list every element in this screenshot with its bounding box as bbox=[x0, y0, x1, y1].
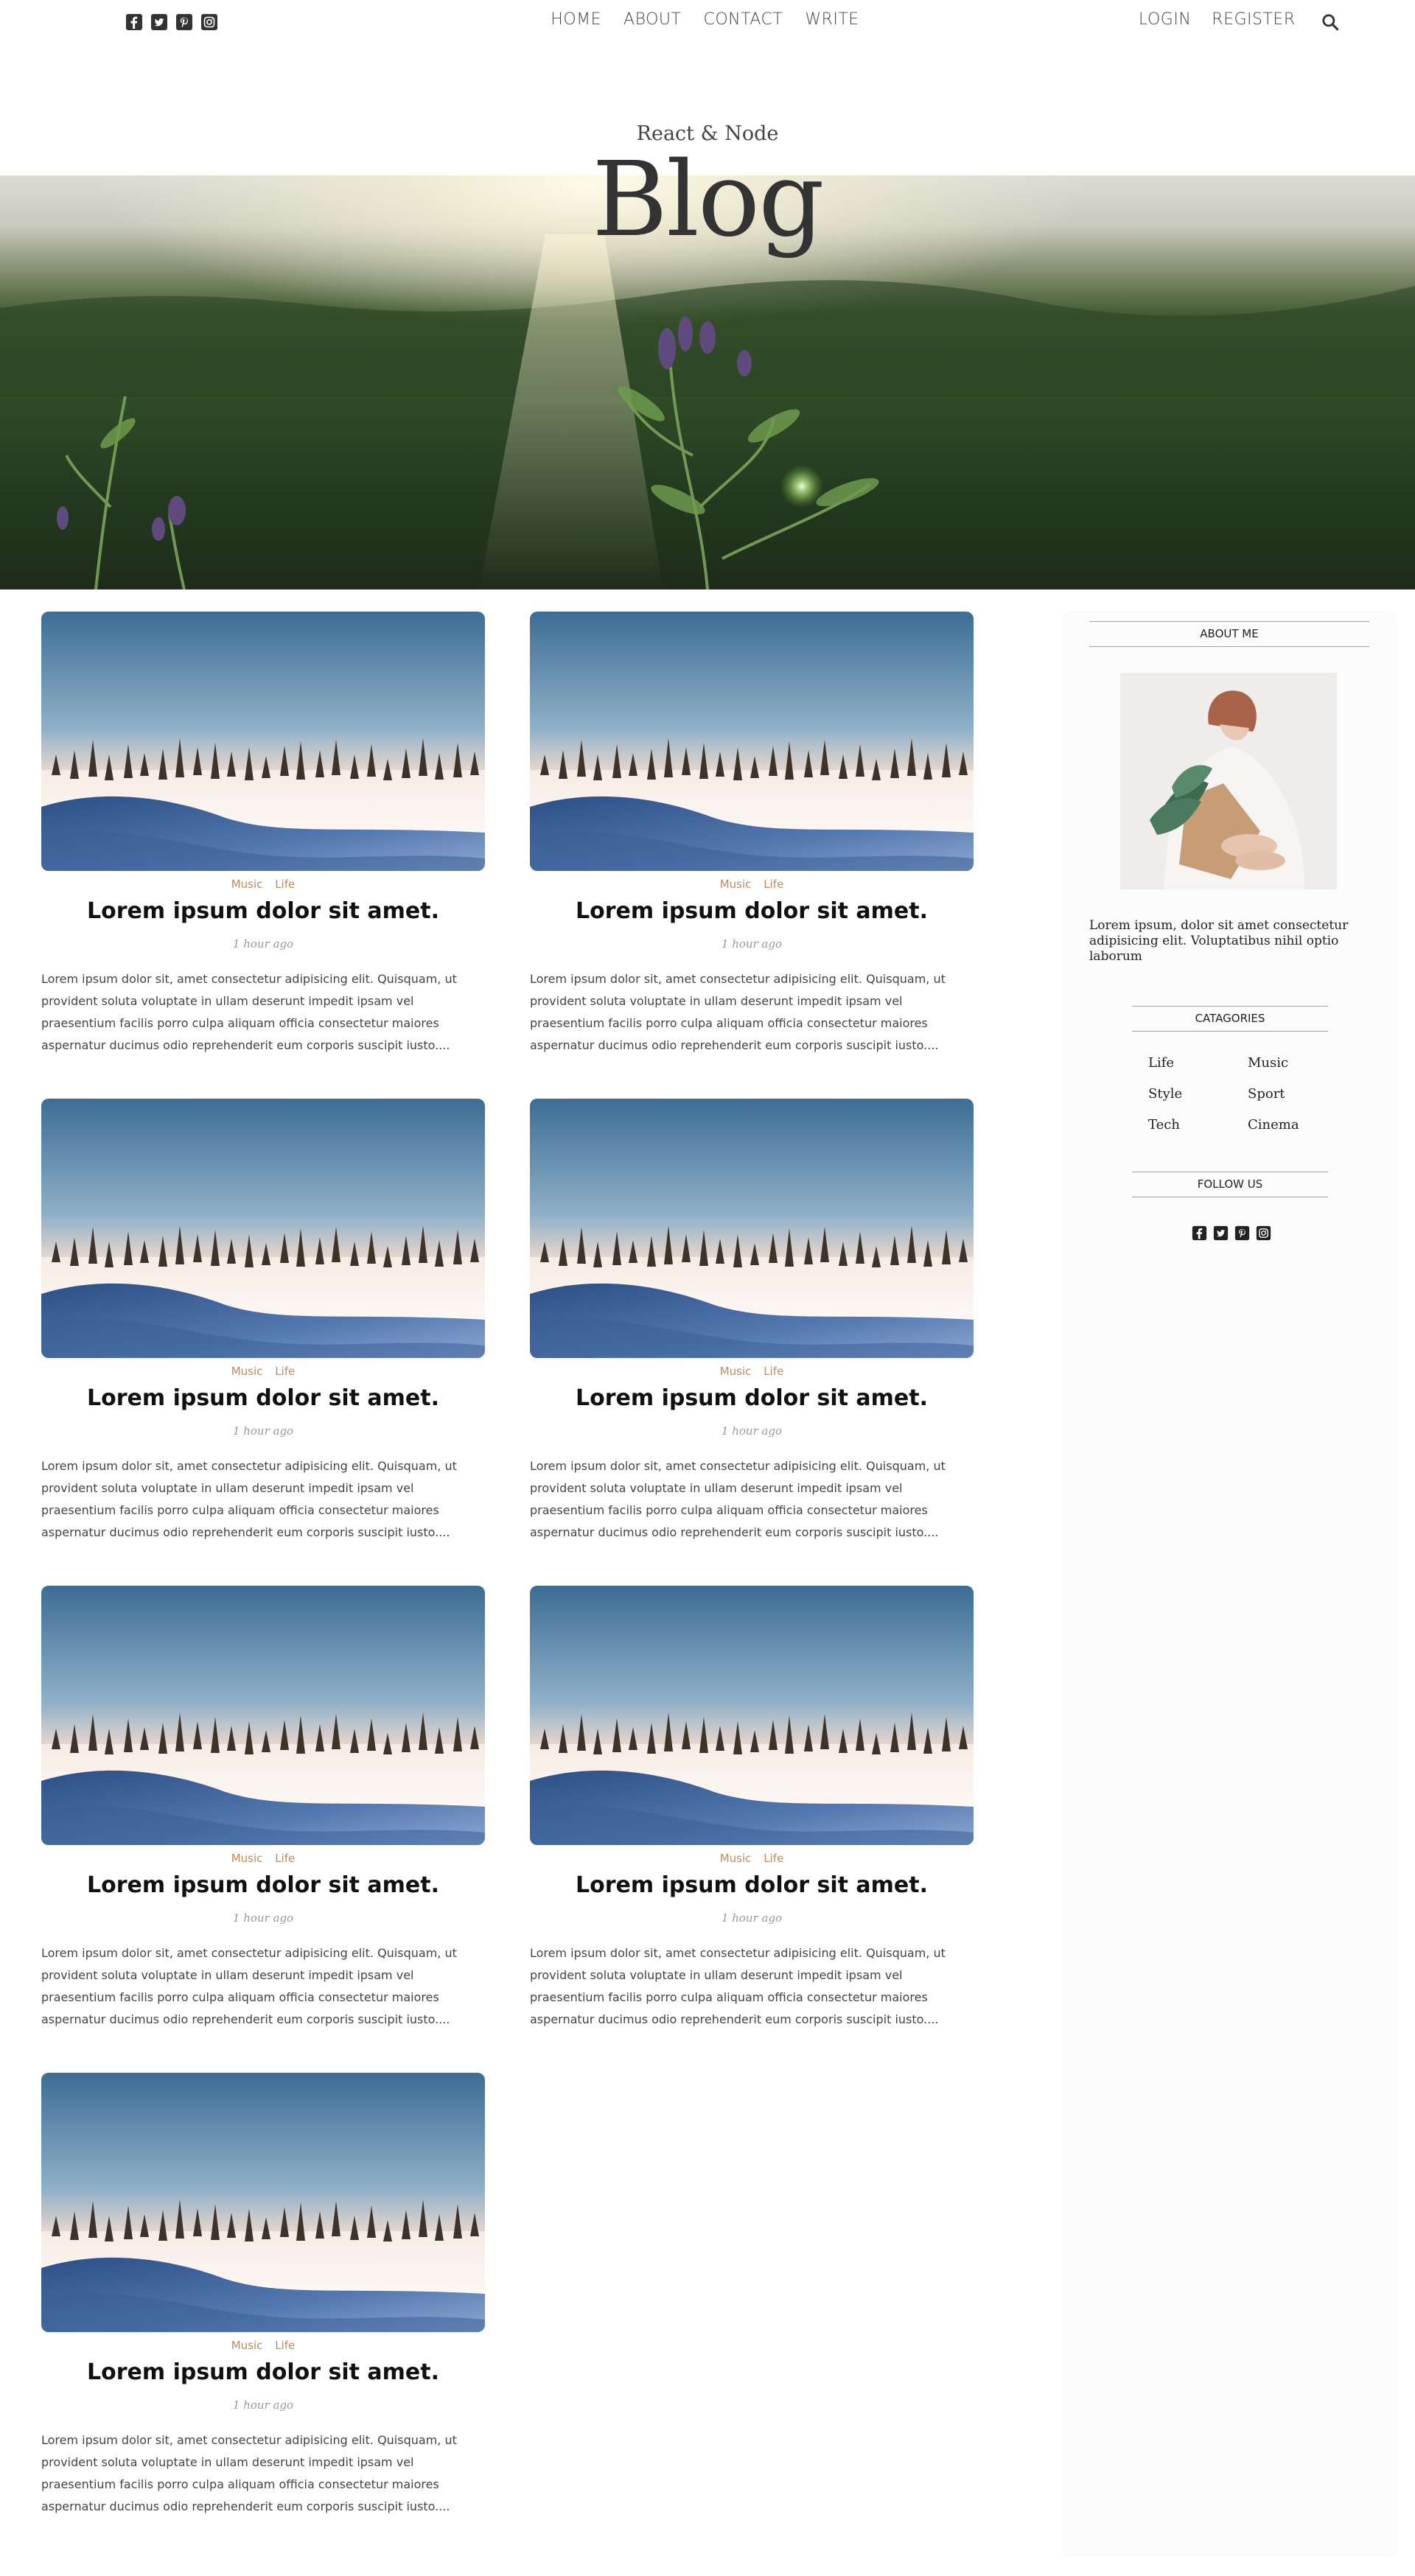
post-categories: Music Life bbox=[530, 878, 974, 891]
post-card[interactable]: Music Life Lorem ipsum dolor sit amet. 1… bbox=[41, 612, 485, 1057]
post-category-tag[interactable]: Life bbox=[275, 1365, 295, 1378]
post-category-tag[interactable]: Life bbox=[275, 878, 295, 891]
post-categories: Music Life bbox=[41, 1852, 485, 1865]
post-category-tag[interactable]: Life bbox=[275, 1852, 295, 1865]
post-categories: Music Life bbox=[41, 878, 485, 891]
category-item-music[interactable]: Music bbox=[1248, 1055, 1340, 1071]
post-category-tag[interactable]: Life bbox=[764, 1365, 783, 1378]
post-date: 1 hour ago bbox=[232, 937, 294, 951]
post-card[interactable]: Music Life Lorem ipsum dolor sit amet. 1… bbox=[530, 612, 974, 1057]
post-category-tag[interactable]: Life bbox=[764, 878, 783, 891]
post-description: Lorem ipsum dolor sit, amet consectetur … bbox=[530, 972, 946, 1052]
pinterest-square-icon[interactable] bbox=[1234, 1225, 1250, 1241]
post-image[interactable] bbox=[41, 612, 485, 871]
post-card[interactable]: Music Life Lorem ipsum dolor sit amet. 1… bbox=[41, 1099, 485, 1544]
post-image[interactable] bbox=[530, 1586, 974, 1845]
site-title: Blog bbox=[592, 140, 825, 260]
about-me-text: Lorem ipsum, dolor sit amet consectetur … bbox=[1089, 918, 1349, 964]
post-date: 1 hour ago bbox=[721, 1911, 783, 1925]
instagram-square-icon[interactable] bbox=[1256, 1225, 1271, 1241]
post-image[interactable] bbox=[530, 612, 974, 871]
category-item-life[interactable]: Life bbox=[1148, 1055, 1248, 1071]
post-title[interactable]: Lorem ipsum dolor sit amet. bbox=[530, 1385, 974, 1411]
post-category-tag[interactable]: Life bbox=[764, 1852, 783, 1865]
post-card[interactable]: Music Life Lorem ipsum dolor sit amet. 1… bbox=[41, 1586, 485, 2031]
category-item-sport[interactable]: Sport bbox=[1248, 1086, 1340, 1102]
post-description: Lorem ipsum dolor sit, amet consectetur … bbox=[41, 2433, 457, 2513]
post-category-tag[interactable]: Life bbox=[275, 2339, 295, 2352]
post-category-tag[interactable]: Music bbox=[720, 1852, 752, 1865]
post-categories: Music Life bbox=[41, 1365, 485, 1378]
post-title[interactable]: Lorem ipsum dolor sit amet. bbox=[41, 1872, 485, 1898]
post-image[interactable] bbox=[530, 1099, 974, 1358]
post-category-tag[interactable]: Music bbox=[720, 878, 752, 891]
post-category-tag[interactable]: Music bbox=[720, 1365, 752, 1378]
post-date: 1 hour ago bbox=[232, 2398, 294, 2412]
post-card[interactable]: Music Life Lorem ipsum dolor sit amet. 1… bbox=[41, 2073, 485, 2518]
follow-us-icons bbox=[1192, 1225, 1271, 1241]
post-image[interactable] bbox=[41, 2073, 485, 2332]
register-link[interactable]: REGISTER bbox=[1212, 10, 1295, 29]
post-image[interactable] bbox=[41, 1586, 485, 1845]
categories-heading: CATAGORIES bbox=[1132, 1006, 1328, 1032]
nav-home[interactable]: HOME bbox=[551, 10, 601, 29]
post-title[interactable]: Lorem ipsum dolor sit amet. bbox=[530, 1872, 974, 1898]
post-categories: Music Life bbox=[41, 2339, 485, 2352]
category-item-style[interactable]: Style bbox=[1148, 1086, 1248, 1102]
post-description: Lorem ipsum dolor sit, amet consectetur … bbox=[530, 1459, 946, 1539]
about-me-heading: ABOUT ME bbox=[1089, 621, 1369, 647]
auth-links: LOGIN REGISTER bbox=[1139, 10, 1296, 29]
post-title[interactable]: Lorem ipsum dolor sit amet. bbox=[530, 898, 974, 924]
top-bar: HOME ABOUT CONTACT WRITE LOGIN REGISTER bbox=[0, 0, 1415, 44]
categories-list: Life Music Style Sport Tech Cinema bbox=[1148, 1055, 1340, 1133]
post-description: Lorem ipsum dolor sit, amet consectetur … bbox=[41, 1459, 457, 1539]
facebook-square-icon[interactable] bbox=[1192, 1225, 1207, 1241]
category-item-cinema[interactable]: Cinema bbox=[1248, 1117, 1340, 1133]
post-categories: Music Life bbox=[530, 1365, 974, 1378]
post-title[interactable]: Lorem ipsum dolor sit amet. bbox=[41, 2359, 485, 2385]
post-description: Lorem ipsum dolor sit, amet consectetur … bbox=[41, 1946, 457, 2026]
post-card[interactable]: Music Life Lorem ipsum dolor sit amet. 1… bbox=[530, 1586, 974, 2031]
post-category-tag[interactable]: Music bbox=[231, 1852, 263, 1865]
sidebar: ABOUT ME Lorem ipsum, dolor sit amet con… bbox=[1061, 612, 1397, 2557]
twitter-square-icon[interactable] bbox=[1213, 1225, 1229, 1241]
search-icon[interactable] bbox=[1321, 13, 1340, 32]
post-categories: Music Life bbox=[530, 1852, 974, 1865]
login-link[interactable]: LOGIN bbox=[1139, 10, 1191, 29]
post-description: Lorem ipsum dolor sit, amet consectetur … bbox=[41, 972, 457, 1052]
nav-contact[interactable]: CONTACT bbox=[703, 10, 783, 29]
post-description: Lorem ipsum dolor sit, amet consectetur … bbox=[530, 1946, 946, 2026]
follow-us-heading: FOLLOW US bbox=[1132, 1172, 1328, 1197]
category-item-tech[interactable]: Tech bbox=[1148, 1117, 1248, 1133]
post-title[interactable]: Lorem ipsum dolor sit amet. bbox=[41, 1385, 485, 1411]
post-image[interactable] bbox=[41, 1099, 485, 1358]
post-title[interactable]: Lorem ipsum dolor sit amet. bbox=[41, 898, 485, 924]
nav-write[interactable]: WRITE bbox=[805, 10, 859, 29]
post-date: 1 hour ago bbox=[721, 1424, 783, 1438]
post-date: 1 hour ago bbox=[721, 937, 783, 951]
post-category-tag[interactable]: Music bbox=[231, 2339, 263, 2352]
post-category-tag[interactable]: Music bbox=[231, 1365, 263, 1378]
nav-about[interactable]: ABOUT bbox=[623, 10, 681, 29]
post-date: 1 hour ago bbox=[232, 1911, 294, 1925]
post-card[interactable]: Music Life Lorem ipsum dolor sit amet. 1… bbox=[530, 1099, 974, 1544]
post-date: 1 hour ago bbox=[232, 1424, 294, 1438]
about-me-image bbox=[1120, 673, 1337, 889]
post-category-tag[interactable]: Music bbox=[231, 878, 263, 891]
